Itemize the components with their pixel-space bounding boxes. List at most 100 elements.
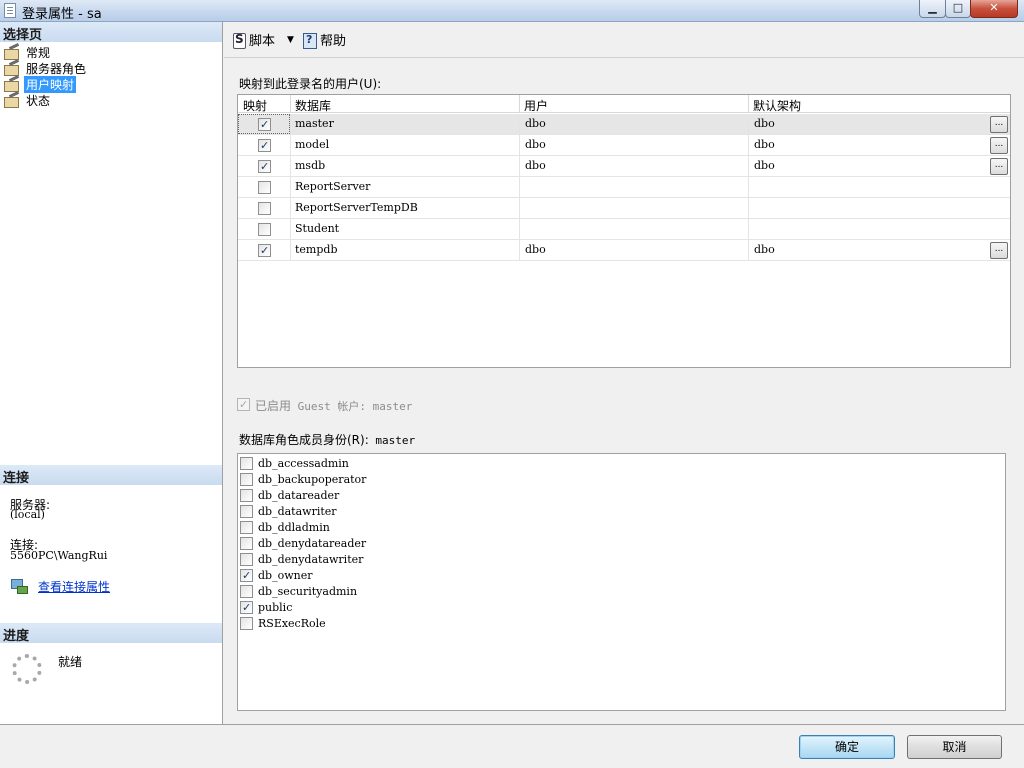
user-cell[interactable]: dbo [525,159,546,172]
cell-divider [290,177,291,198]
database-cell: model [295,138,330,151]
column-header-mapped[interactable]: 映射 [243,97,267,114]
role-label: db_backupoperator [258,473,367,486]
browse-schema-button[interactable]: ... [990,158,1008,175]
table-row[interactable]: master dbo dbo... [238,114,1010,135]
role-label: db_denydatareader [258,537,367,550]
map-checkbox[interactable] [258,139,271,152]
role-checkbox[interactable] [240,457,253,470]
map-checkbox[interactable] [258,160,271,173]
table-row[interactable]: msdb dbo dbo... [238,156,1010,177]
page-item[interactable]: 常规 [3,44,88,60]
help-icon [302,32,318,49]
cell-divider [290,240,291,261]
table-row[interactable]: tempdb dbo dbo... [238,240,1010,261]
role-membership-caption-text: 数据库角色成员身份(R): [239,433,369,447]
cell-divider [748,114,749,135]
map-checkbox[interactable] [258,244,271,257]
column-header-default-schema[interactable]: 默认架构 [753,97,801,114]
script-label: 脚本 [249,34,276,49]
properties-page-icon [3,61,21,76]
user-mapping-caption: 映射到此登录名的用户(U): [239,77,382,91]
role-checkbox[interactable] [240,473,253,486]
map-checkbox[interactable] [258,118,271,131]
cell-divider [290,198,291,219]
role-checkbox[interactable] [240,489,253,502]
table-row[interactable]: model dbo dbo... [238,135,1010,156]
properties-page-icon [3,93,21,108]
page-item[interactable]: 状态 [3,92,88,108]
role-checkbox[interactable] [240,521,253,534]
window-title: 登录属性 - sa [22,7,102,22]
table-row[interactable]: ReportServer [238,177,1010,198]
default-schema-cell[interactable]: dbo [754,159,775,172]
database-cell: msdb [295,159,326,172]
page-item[interactable]: 服务器角色 [3,60,88,76]
role-checkbox[interactable] [240,537,253,550]
role-checkbox[interactable] [240,505,253,518]
view-connection-properties-link[interactable]: 查看连接属性 [38,578,110,595]
map-checkbox[interactable] [258,223,271,236]
left-pane: 选择页 常规 服务器角色 用户映射 状态 连接 服务器: (local) 连接: 55… [0,22,223,724]
properties-page-icon [3,77,21,92]
script-icon [231,32,247,49]
user-cell[interactable]: dbo [525,138,546,151]
table-row[interactable]: Student [238,219,1010,240]
table-row[interactable]: ReportServerTempDB [238,198,1010,219]
default-schema-cell[interactable]: dbo [754,243,775,256]
dialog-footer: 确定 取消 [0,724,1024,768]
chevron-down-icon[interactable]: ▼ [287,35,294,45]
database-cell: ReportServerTempDB [295,201,418,214]
cancel-button[interactable]: 取消 [907,735,1002,759]
script-button[interactable]: 脚本 ▼ [231,30,294,49]
maximize-button[interactable]: □ [945,0,971,18]
database-cell: Student [295,222,340,235]
column-divider [748,95,749,113]
browse-schema-button[interactable]: ... [990,116,1008,133]
cell-divider [748,240,749,261]
guest-account-label: 已启用 Guest 帐户: master [255,397,412,414]
column-header-user[interactable]: 用户 [524,97,548,114]
role-checkbox[interactable] [240,617,253,630]
role-checkbox[interactable] [240,601,253,614]
page-item-label: 状态 [26,93,51,108]
map-checkbox[interactable] [258,202,271,215]
close-button[interactable]: ✕ [970,0,1018,18]
server-value: (local) [10,508,45,521]
properties-page-icon [3,45,21,60]
help-button[interactable]: 帮助 [302,30,346,49]
role-label: db_datawriter [258,505,337,518]
browse-schema-button[interactable]: ... [990,242,1008,259]
grid-header: 映射 数据库 用户 默认架构 [238,95,1010,113]
cell-divider [290,135,291,156]
page-item[interactable]: 用户映射 [3,75,88,93]
role-label: db_datareader [258,489,340,502]
toolbar: 脚本 ▼ 帮助 [224,22,1024,58]
guest-enabled-checkbox [237,398,250,411]
browse-schema-button[interactable]: ... [990,137,1008,154]
cell-divider [290,156,291,177]
connection-properties-icon [11,579,28,594]
cell-divider [519,198,520,219]
ok-button[interactable]: 确定 [799,735,895,759]
cell-divider [519,135,520,156]
user-cell[interactable]: dbo [525,117,546,130]
column-header-database[interactable]: 数据库 [295,97,331,114]
cell-divider [748,135,749,156]
default-schema-cell[interactable]: dbo [754,117,775,130]
cell-divider [519,177,520,198]
column-divider [290,95,291,113]
user-mapping-grid: 映射 数据库 用户 默认架构 master dbo dbo... model dbo db… [237,94,1011,368]
cell-divider [519,156,520,177]
user-cell[interactable]: dbo [525,243,546,256]
default-schema-cell[interactable]: dbo [754,138,775,151]
map-checkbox[interactable] [258,181,271,194]
right-pane: 脚本 ▼ 帮助 映射到此登录名的用户(U): 映射 数据库 用户 默认架构 ma… [224,22,1024,724]
guest-account-db: Guest 帐户: master [291,400,413,413]
role-checkbox[interactable] [240,553,253,566]
cell-divider [519,219,520,240]
role-checkbox[interactable] [240,585,253,598]
role-checkbox[interactable] [240,569,253,582]
page-item-label: 服务器角色 [26,61,87,76]
minimize-button[interactable]: ▁ [919,0,946,18]
